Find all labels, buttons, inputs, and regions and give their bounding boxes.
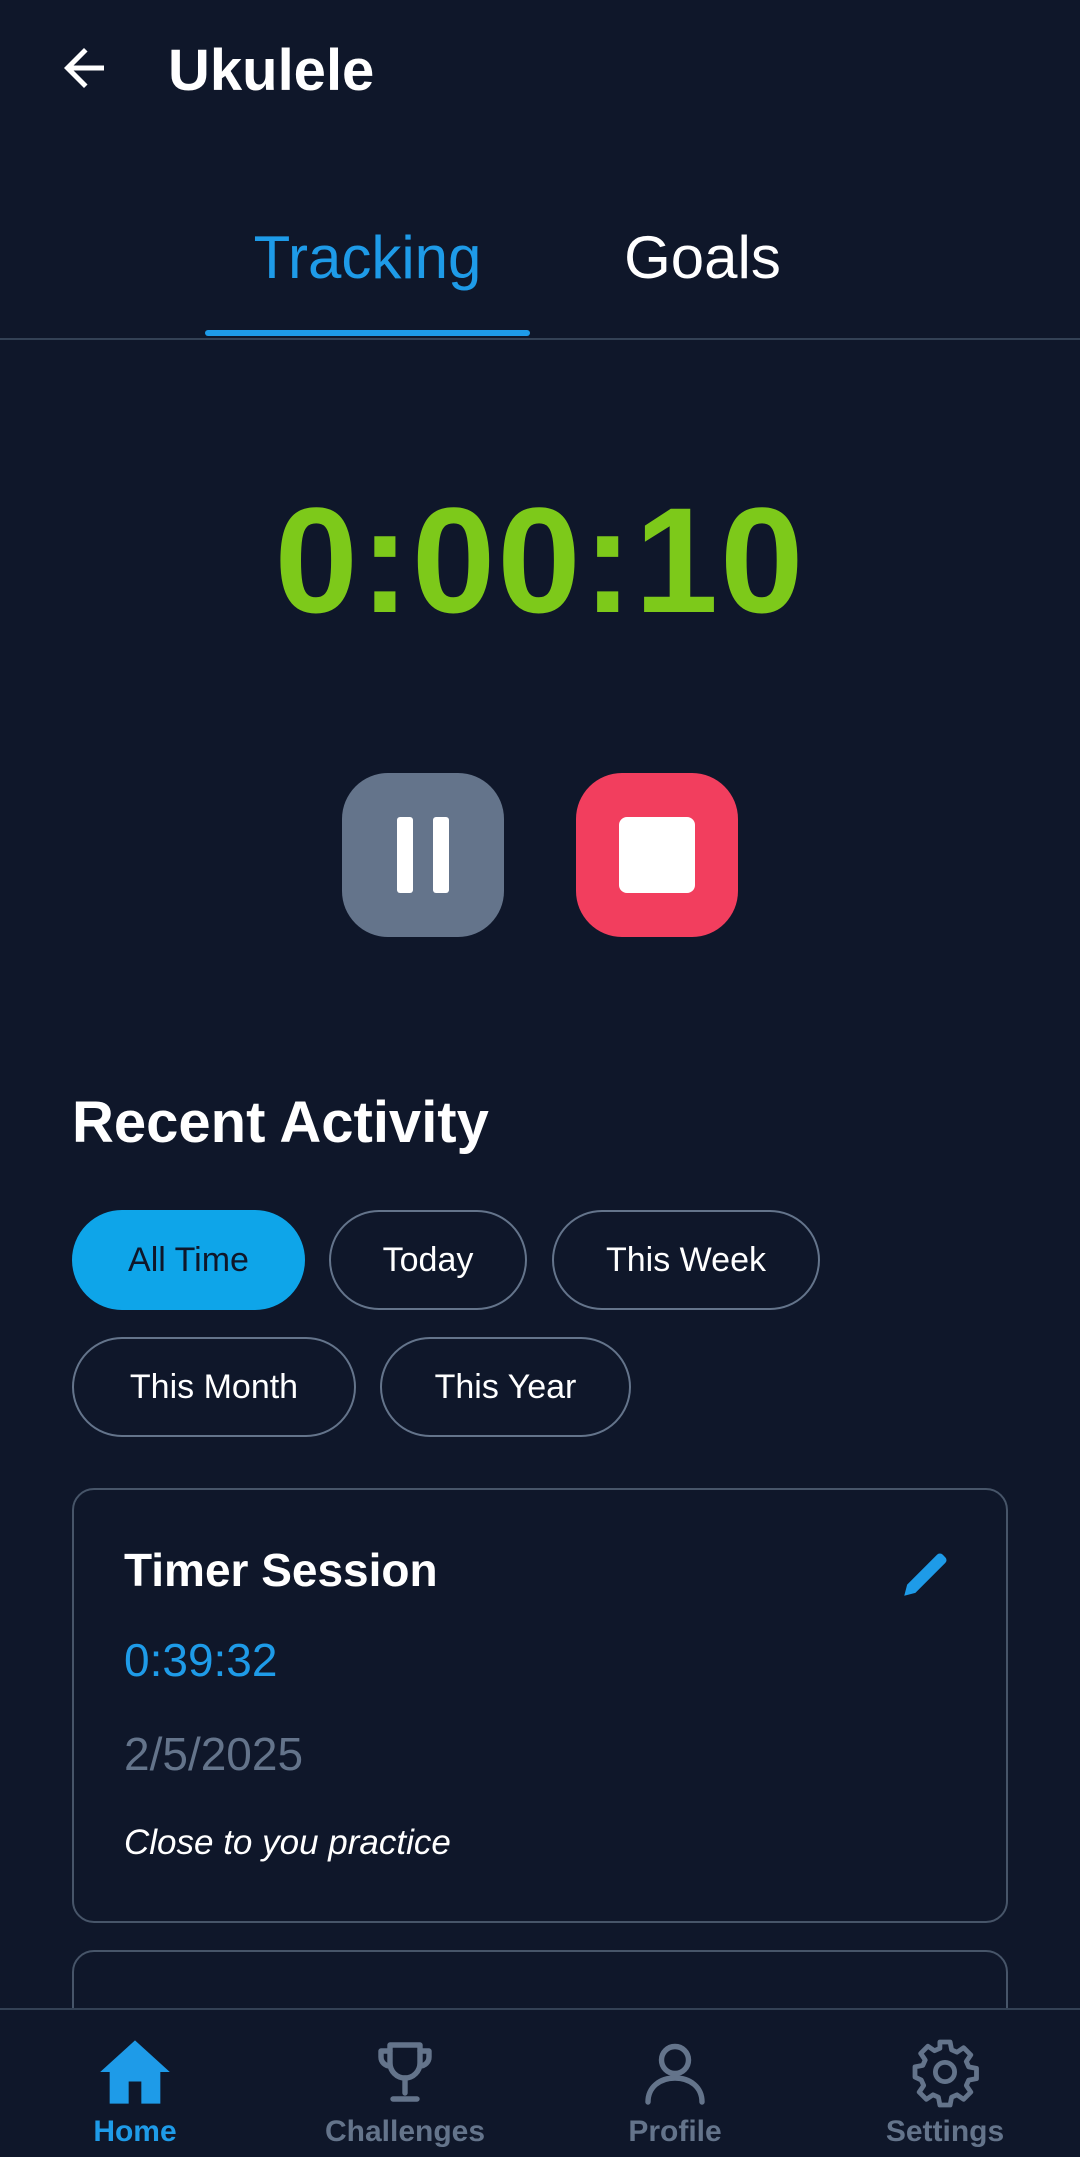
nav-settings[interactable]: Settings (810, 2010, 1080, 2157)
filter-chip-today[interactable]: Today (329, 1210, 527, 1310)
gear-icon (912, 2039, 979, 2108)
tab-tracking[interactable]: Tracking (205, 198, 530, 326)
filter-chip-this-month[interactable]: This Month (72, 1337, 356, 1437)
nav-challenges[interactable]: Challenges (270, 2010, 540, 2157)
trophy-icon (378, 2042, 432, 2102)
arrow-left-icon (64, 48, 104, 88)
home-icon (100, 2040, 170, 2104)
stop-icon (619, 817, 695, 893)
session-note: Close to you practice (124, 1823, 451, 1862)
edit-session-button[interactable] (894, 1542, 958, 1606)
nav-label-challenges: Challenges (324, 2115, 486, 2148)
tab-bar: Tracking Goals (0, 210, 1080, 340)
bottom-nav: Home Challenges Profile Settings (0, 2008, 1080, 2157)
pause-button[interactable] (342, 773, 504, 937)
pencil-icon (904, 1553, 947, 1596)
timer-display: 0:00:10 (274, 476, 806, 644)
nav-label-profile: Profile (628, 2115, 722, 2148)
page-title: Ukulele (168, 38, 375, 103)
app-bar: Ukulele (0, 0, 1080, 150)
pause-icon (397, 817, 449, 893)
session-duration: 0:39:32 (124, 1634, 278, 1686)
nav-label-home: Home (93, 2115, 177, 2148)
nav-label-settings: Settings (885, 2115, 1005, 2148)
nav-profile[interactable]: Profile (540, 2010, 810, 2157)
stop-button[interactable] (576, 773, 738, 937)
filter-chip-this-week[interactable]: This Week (552, 1210, 820, 1310)
filter-chip-all-time[interactable]: All Time (72, 1210, 305, 1310)
session-date: 2/5/2025 (124, 1728, 304, 1780)
session-card[interactable]: Timer Session 0:39:32 2/5/2025 Close to … (72, 1488, 1008, 1923)
filter-chip-this-year[interactable]: This Year (380, 1337, 631, 1437)
nav-home[interactable]: Home (0, 2010, 270, 2157)
tab-goals[interactable]: Goals (620, 198, 785, 326)
back-button[interactable] (52, 36, 116, 100)
session-title: Timer Session (124, 1544, 438, 1596)
tab-indicator (205, 330, 530, 336)
person-icon (645, 2043, 705, 2105)
recent-activity-title: Recent Activity (72, 1090, 489, 1155)
